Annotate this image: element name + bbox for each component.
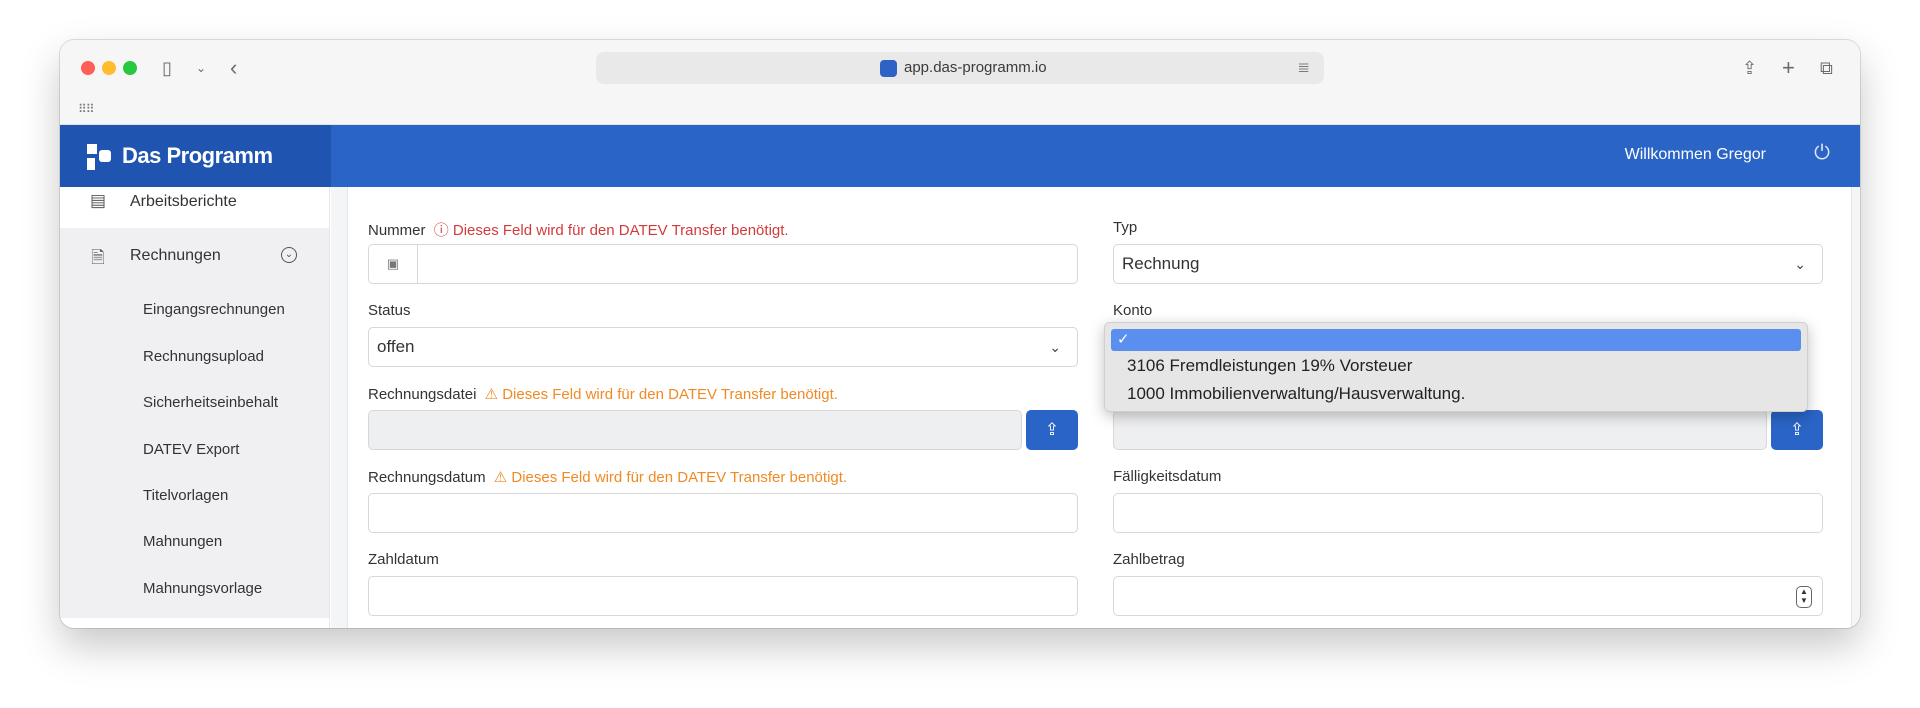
- typ-select[interactable]: Rechnung ⌄: [1113, 244, 1823, 284]
- chevron-down-circle-icon[interactable]: ⌄: [281, 247, 297, 263]
- zahldatum-label: Zahldatum: [368, 551, 439, 568]
- document-icon: 🗎: [91, 248, 105, 267]
- chevron-down-icon: ⌄: [1794, 256, 1806, 272]
- rechnungsdatum-input[interactable]: [368, 493, 1078, 533]
- brand-name[interactable]: Das Programm: [122, 143, 273, 169]
- grid-icon[interactable]: ⠿⠿: [78, 102, 95, 116]
- welcome-text: Willkommen Gregor: [1624, 146, 1766, 163]
- nummer-label: Nummer ⓘ Dieses Feld wird für den DATEV …: [368, 222, 789, 239]
- sidebar-subitem-rechnungsupload[interactable]: Rechnungsupload: [143, 348, 264, 365]
- nummer-warning: Dieses Feld wird für den DATEV Transfer …: [452, 222, 789, 239]
- site-favicon-icon: [880, 60, 897, 77]
- zoom-window-button[interactable]: [123, 61, 137, 75]
- typ-label: Typ: [1113, 219, 1138, 236]
- sidebar-subitem-datev-export[interactable]: DATEV Export: [143, 441, 239, 458]
- faelligkeitsdatum-label: Fälligkeitsdatum: [1113, 468, 1222, 485]
- konto-file-input[interactable]: [1113, 410, 1767, 450]
- chevron-down-icon[interactable]: ⌄: [196, 56, 206, 80]
- back-icon[interactable]: ‹: [230, 56, 237, 80]
- share-icon[interactable]: ⇪: [1742, 56, 1757, 80]
- sidebar: ▤ Arbeitsberichte 🗎 Rechnungen ⌄ Eingang…: [60, 187, 330, 628]
- app-header: Willkommen Gregor ⏻: [331, 125, 1860, 187]
- konto-dropdown: ✓ 3106 Fremdleistungen 19% Vorsteuer 100…: [1104, 322, 1808, 412]
- error-icon: ⓘ: [433, 222, 449, 239]
- sidebar-item-label: Rechnungen: [130, 247, 221, 264]
- new-tab-icon[interactable]: +: [1782, 56, 1795, 80]
- number-stepper-icon[interactable]: ▲ ▼: [1796, 586, 1812, 608]
- rechnungsdatum-warning: Dieses Feld wird für den DATEV Transfer …: [511, 469, 848, 486]
- faelligkeitsdatum-input[interactable]: [1113, 493, 1823, 533]
- zahlbetrag-label: Zahlbetrag: [1113, 551, 1185, 568]
- konto-option-empty[interactable]: ✓: [1111, 329, 1801, 351]
- status-select[interactable]: offen ⌄: [368, 327, 1078, 367]
- sidebar-item-arbeitsberichte[interactable]: ▤ Arbeitsberichte: [60, 187, 329, 227]
- minimize-window-button[interactable]: [102, 61, 116, 75]
- nummer-input[interactable]: ▣: [368, 244, 1078, 284]
- url-text: app.das-programm.io: [904, 59, 1047, 76]
- rechnungsdatei-warning: Dieses Feld wird für den DATEV Transfer …: [502, 386, 838, 403]
- id-card-icon: ▣: [369, 245, 418, 283]
- bookmarks-bar: ⠿⠿: [60, 96, 1860, 125]
- sidebar-section-rechnungen: [60, 228, 329, 618]
- status-label: Status: [368, 302, 411, 319]
- rechnungsdatum-label: Rechnungsdatum ⚠ Dieses Feld wird für de…: [368, 469, 848, 486]
- reader-icon[interactable]: ≣: [1297, 58, 1310, 76]
- konto-option-3106[interactable]: 3106 Fremdleistungen 19% Vorsteuer: [1127, 356, 1412, 376]
- upload-button[interactable]: ⇪: [1771, 410, 1823, 450]
- sidebar-subitem-sicherheitseinbehalt[interactable]: Sicherheitseinbehalt: [143, 394, 278, 411]
- close-window-button[interactable]: [81, 61, 95, 75]
- sidebar-item-label: Arbeitsberichte: [130, 193, 237, 210]
- warning-icon: ⚠: [493, 469, 508, 486]
- brand-bar: Das Programm: [60, 125, 331, 187]
- sidebar-subitem-mahnungen[interactable]: Mahnungen: [143, 533, 222, 550]
- power-icon[interactable]: ⏻: [1814, 142, 1830, 165]
- sidebar-subitem-eingangsrechnungen[interactable]: Eingangsrechnungen: [143, 301, 285, 318]
- sidebar-subitem-mahnungsvorlage[interactable]: Mahnungsvorlage: [143, 580, 262, 597]
- checkmark-icon: ✓: [1117, 331, 1130, 348]
- sidebar-toggle-icon[interactable]: ▯: [162, 56, 172, 80]
- report-icon: ▤: [89, 191, 107, 210]
- address-bar[interactable]: app.das-programm.io ≣: [596, 52, 1324, 84]
- warning-icon: ⚠: [484, 386, 499, 403]
- konto-option-1000[interactable]: 1000 Immobilienverwaltung/Hausverwaltung…: [1127, 384, 1465, 404]
- title-bar: ▯ ⌄ ‹ app.das-programm.io ≣ ⇪ + ⧉: [60, 40, 1860, 96]
- tabs-overview-icon[interactable]: ⧉: [1820, 56, 1833, 80]
- chevron-down-icon: ⌄: [1049, 339, 1061, 355]
- zahlbetrag-input[interactable]: ▲ ▼: [1113, 576, 1823, 616]
- rechnungsdatei-upload-button[interactable]: ⇪: [1026, 410, 1078, 450]
- zahldatum-input[interactable]: [368, 576, 1078, 616]
- rechnungsdatei-input[interactable]: [368, 410, 1022, 450]
- sidebar-subitem-titelvorlagen[interactable]: Titelvorlagen: [143, 487, 228, 504]
- konto-label: Konto: [1113, 302, 1153, 319]
- brand-logo-icon: [87, 144, 111, 170]
- rechnungsdatei-label: Rechnungsdatei ⚠ Dieses Feld wird für de…: [368, 386, 838, 403]
